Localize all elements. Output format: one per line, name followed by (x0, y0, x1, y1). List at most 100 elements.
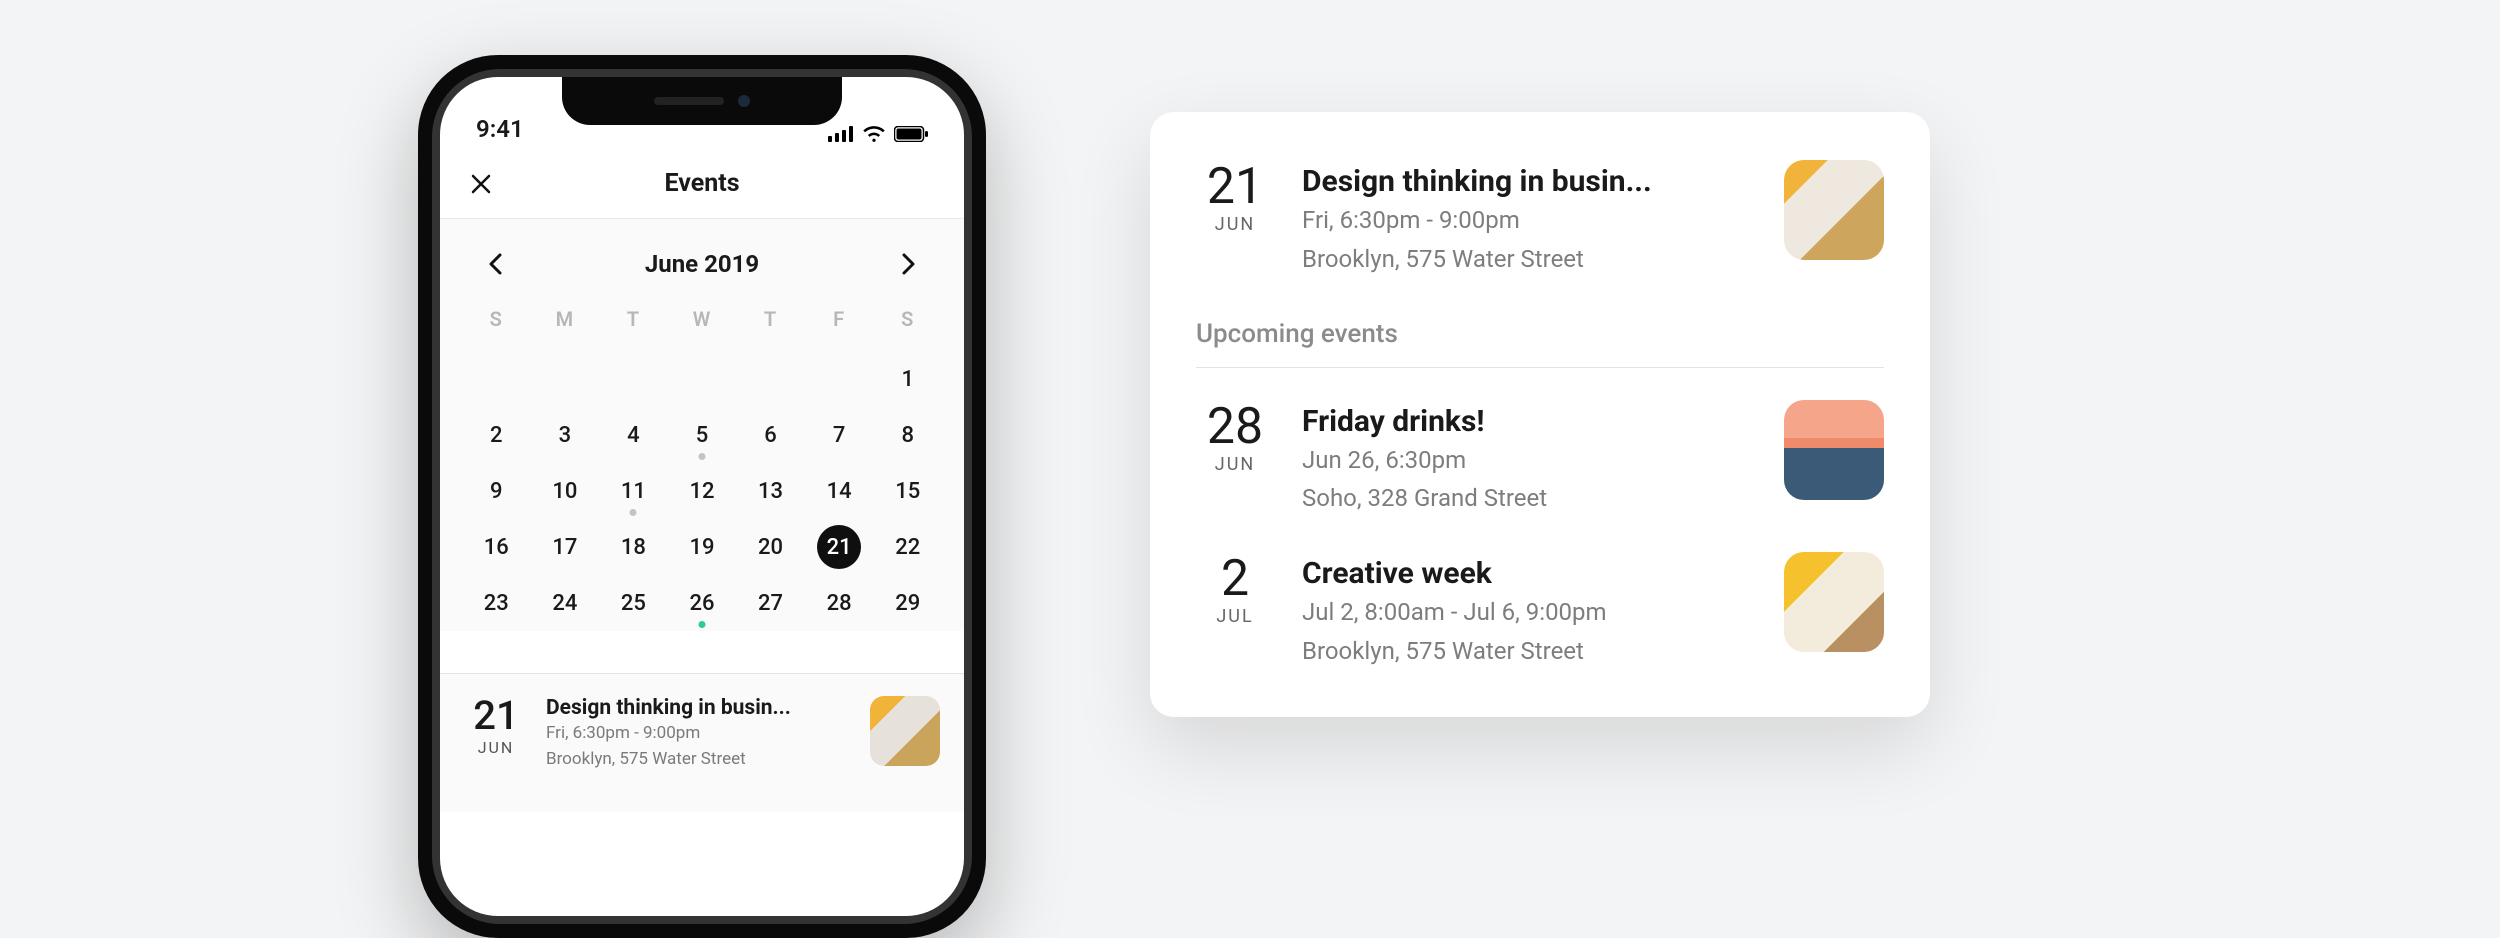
phone-screen: 9:41 Events June 2019 (440, 77, 964, 916)
calendar-day[interactable]: 18 (599, 519, 668, 575)
calendar-day-empty (736, 351, 805, 407)
event-location: Brooklyn, 575 Water Street (546, 748, 852, 772)
event-title: Design thinking in busin... (1302, 164, 1756, 199)
event-row[interactable]: 21 JUN Design thinking in busin... Fri, … (1196, 154, 1884, 311)
calendar-day[interactable]: 6 (736, 407, 805, 463)
wifi-icon (862, 125, 886, 143)
calendar-day[interactable]: 23 (462, 575, 531, 631)
event-info: Creative week Jul 2, 8:00am - Jul 6, 9:0… (1302, 552, 1756, 669)
event-day-number: 21 (464, 696, 528, 736)
calendar-day[interactable]: 29 (873, 575, 942, 631)
status-time: 9:41 (476, 115, 524, 143)
event-day-number: 2 (1196, 554, 1274, 604)
event-row[interactable]: 21 JUN Design thinking in busin... Fri, … (440, 673, 964, 812)
calendar-day-empty (531, 351, 600, 407)
calendar-day-empty (668, 351, 737, 407)
prev-month-button[interactable] (480, 249, 510, 279)
next-month-button[interactable] (894, 249, 924, 279)
event-time: Jun 26, 6:30pm (1302, 443, 1756, 478)
calendar: June 2019 SMTWTFS 1234567891011121314151… (440, 219, 964, 631)
calendar-week: 9101112131415 (462, 463, 942, 519)
dow-cell: M (531, 299, 600, 339)
close-button[interactable] (466, 169, 496, 199)
day-of-week-header: SMTWTFS (462, 299, 942, 339)
speaker-icon (654, 97, 724, 105)
event-time: Jul 2, 8:00am - Jul 6, 9:00pm (1302, 595, 1756, 630)
calendar-day[interactable]: 22 (873, 519, 942, 575)
calendar-day[interactable]: 2 (462, 407, 531, 463)
dow-cell: W (668, 299, 737, 339)
calendar-grid: 1234567891011121314151617181920212223242… (462, 351, 942, 631)
calendar-day[interactable]: 21 (805, 519, 874, 575)
calendar-day[interactable]: 12 (668, 463, 737, 519)
event-info: Design thinking in busin... Fri, 6:30pm … (1302, 160, 1756, 277)
event-day-number: 28 (1196, 402, 1274, 452)
event-month: JUL (1196, 606, 1274, 627)
month-label: June 2019 (645, 250, 759, 278)
calendar-day[interactable]: 17 (531, 519, 600, 575)
section-header: Upcoming events (1196, 311, 1884, 367)
event-dot-icon (630, 509, 637, 516)
event-title: Creative week (1302, 556, 1756, 591)
event-month: JUN (1196, 214, 1274, 235)
status-icons (828, 125, 928, 143)
divider (1196, 367, 1884, 368)
event-info: Design thinking in busin... Fri, 6:30pm … (546, 696, 852, 772)
calendar-day[interactable]: 10 (531, 463, 600, 519)
dow-cell: S (873, 299, 942, 339)
nav-bar: Events (440, 149, 964, 219)
calendar-day[interactable]: 27 (736, 575, 805, 631)
calendar-week: 16171819202122 (462, 519, 942, 575)
event-day-number: 21 (1196, 162, 1274, 212)
calendar-day[interactable]: 1 (873, 351, 942, 407)
calendar-day[interactable]: 3 (531, 407, 600, 463)
calendar-day[interactable]: 15 (873, 463, 942, 519)
calendar-day[interactable]: 16 (462, 519, 531, 575)
battery-icon (894, 126, 928, 142)
dow-cell: T (736, 299, 805, 339)
calendar-day[interactable]: 25 (599, 575, 668, 631)
dow-cell: T (599, 299, 668, 339)
event-month: JUN (464, 738, 528, 757)
calendar-day[interactable]: 8 (873, 407, 942, 463)
calendar-day-empty (805, 351, 874, 407)
calendar-day[interactable]: 20 (736, 519, 805, 575)
event-time: Fri, 6:30pm - 9:00pm (1302, 203, 1756, 238)
event-dot-icon (698, 621, 705, 628)
calendar-week: 23242526272829 (462, 575, 942, 631)
calendar-day[interactable]: 4 (599, 407, 668, 463)
events-card: 21 JUN Design thinking in busin... Fri, … (1150, 112, 1930, 717)
event-title: Friday drinks! (1302, 404, 1756, 439)
calendar-day[interactable]: 24 (531, 575, 600, 631)
event-location: Brooklyn, 575 Water Street (1302, 634, 1756, 669)
calendar-day[interactable]: 14 (805, 463, 874, 519)
event-date: 28 JUN (1196, 400, 1274, 475)
dow-cell: F (805, 299, 874, 339)
event-thumbnail (1784, 160, 1884, 260)
camera-icon (738, 95, 750, 107)
calendar-day-empty (599, 351, 668, 407)
event-info: Friday drinks! Jun 26, 6:30pm Soho, 328 … (1302, 400, 1756, 517)
event-location: Brooklyn, 575 Water Street (1302, 242, 1756, 277)
event-thumbnail (1784, 400, 1884, 500)
event-row[interactable]: 2 JUL Creative week Jul 2, 8:00am - Jul … (1196, 546, 1884, 669)
calendar-day[interactable]: 13 (736, 463, 805, 519)
event-row[interactable]: 28 JUN Friday drinks! Jun 26, 6:30pm Soh… (1196, 394, 1884, 547)
chevron-right-icon (902, 253, 916, 275)
calendar-day[interactable]: 19 (668, 519, 737, 575)
event-month: JUN (1196, 454, 1274, 475)
phone-notch (562, 77, 842, 125)
calendar-day[interactable]: 28 (805, 575, 874, 631)
event-thumbnail (870, 696, 940, 766)
calendar-day[interactable]: 9 (462, 463, 531, 519)
event-location: Soho, 328 Grand Street (1302, 481, 1756, 516)
event-date: 2 JUL (1196, 552, 1274, 627)
calendar-day[interactable]: 5 (668, 407, 737, 463)
calendar-day[interactable]: 11 (599, 463, 668, 519)
calendar-day-empty (462, 351, 531, 407)
calendar-day[interactable]: 26 (668, 575, 737, 631)
close-icon (470, 173, 492, 195)
event-time: Fri, 6:30pm - 9:00pm (546, 722, 852, 746)
cellular-icon (828, 126, 854, 142)
calendar-day[interactable]: 7 (805, 407, 874, 463)
